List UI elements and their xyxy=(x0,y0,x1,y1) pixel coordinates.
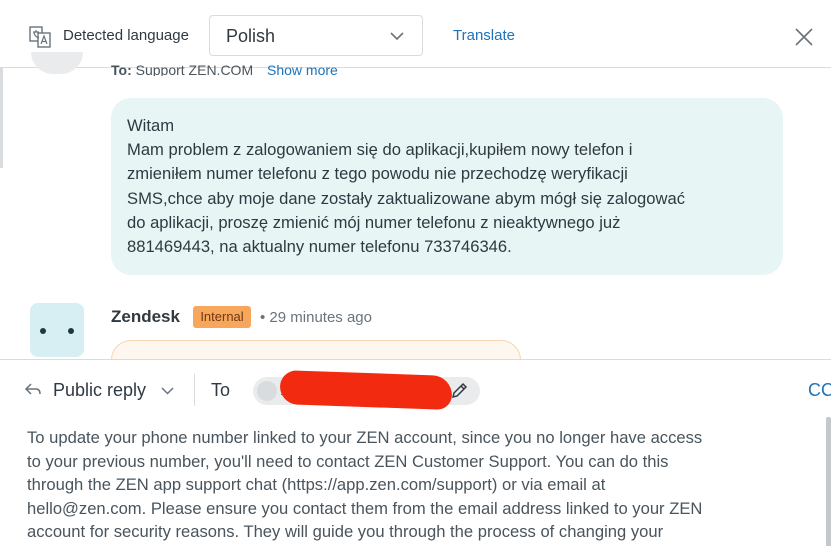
message-line: zmieniłem numer telefonu z tego powodu n… xyxy=(127,164,628,184)
left-rail xyxy=(0,68,3,168)
translate-bar: Detected language Polish Translate xyxy=(0,0,831,68)
message-line: SMS,chce aby moje dane zostały zaktualiz… xyxy=(127,188,686,208)
message-line: Witam xyxy=(127,116,175,135)
reply-arrow-icon xyxy=(24,383,41,395)
reply-line: to your previous number, you'll need to … xyxy=(27,451,669,471)
reply-composer: Public reply To A s CC To update your ph… xyxy=(0,359,831,546)
translate-link[interactable]: Translate xyxy=(453,27,515,44)
customer-avatar xyxy=(31,52,83,74)
message-recipients: To: Support ZEN.COM Show more xyxy=(111,62,338,76)
reply-line: through the ZEN app support chat (https:… xyxy=(27,475,606,494)
pencil-icon[interactable] xyxy=(450,382,468,400)
scrollbar[interactable] xyxy=(826,417,831,546)
reply-body-editor[interactable]: To update your phone number linked to yo… xyxy=(27,426,817,544)
recipient-avatar xyxy=(257,381,277,401)
message-line: do aplikacji, proszę zmienić mój numer t… xyxy=(127,212,621,232)
avatar-dot xyxy=(68,328,74,334)
reply-mode-dropdown[interactable]: Public reply xyxy=(53,380,146,401)
to-prefix: To: xyxy=(111,62,132,76)
message-line: Mam problem z zalogowaniem się do aplika… xyxy=(127,140,633,160)
message-bubble: Witam Mam problem z zalogowaniem się do … xyxy=(111,98,783,275)
zendesk-avatar xyxy=(30,303,84,357)
cc-link[interactable]: CC xyxy=(808,380,831,401)
to-value: Support ZEN.COM xyxy=(135,62,254,76)
translate-icon xyxy=(29,26,51,48)
to-label: To xyxy=(211,380,231,400)
chevron-down-icon[interactable] xyxy=(161,384,174,397)
author-name: Zendesk xyxy=(111,307,180,326)
message-line: 881469443, na aktualny numer telefonu 73… xyxy=(127,237,512,257)
reply-line: account for security reasons. They will … xyxy=(27,522,664,541)
avatar-dot xyxy=(40,328,46,334)
reply-line: hello@zen.com. Please ensure you contact… xyxy=(27,498,703,518)
detected-language-label: Detected language xyxy=(63,27,189,44)
timestamp: • 29 minutes ago xyxy=(260,309,372,326)
show-more-link[interactable]: Show more xyxy=(267,62,338,76)
divider xyxy=(194,374,195,406)
chevron-down-icon xyxy=(390,32,404,41)
language-select-value: Polish xyxy=(226,26,276,46)
internal-badge: Internal xyxy=(193,306,251,328)
reply-line: To update your phone number linked to yo… xyxy=(27,428,703,447)
language-select[interactable]: Polish xyxy=(209,15,423,56)
redaction-mark xyxy=(279,370,453,410)
recipient-pill[interactable]: A s xyxy=(253,370,480,410)
close-icon[interactable] xyxy=(793,26,815,48)
